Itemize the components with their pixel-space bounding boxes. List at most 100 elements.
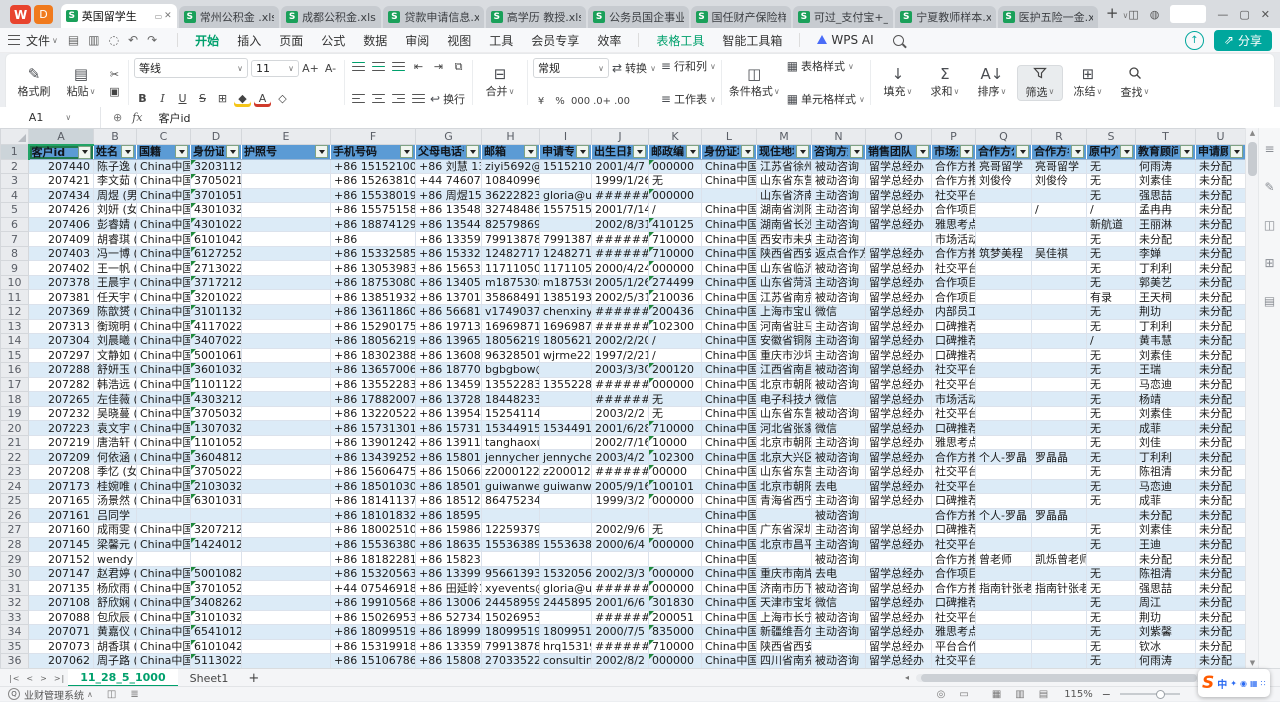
填充-button[interactable]: ↓填充∨ (876, 66, 920, 99)
normal-view-icon[interactable]: ▦ (992, 689, 1001, 700)
cell-H13[interactable]: 169698712 (482, 319, 540, 334)
cell-C27[interactable]: China中国 (137, 523, 191, 538)
cell-B20[interactable]: 袁文宇 (女 (94, 421, 137, 436)
cell-O13[interactable]: 留学总经办 (866, 319, 932, 334)
cell-E29[interactable] (242, 552, 331, 567)
cell-M19[interactable]: 山东省东营 (757, 406, 812, 421)
cell-O14[interactable]: 留学总经办 (866, 334, 932, 349)
cell-M33[interactable]: 上海市长宁 (757, 610, 812, 625)
cell-B26[interactable]: 吕同学 (94, 508, 137, 523)
button-行和列[interactable]: ≡行和列∨ (661, 58, 716, 74)
cell-Q18[interactable] (976, 392, 1032, 407)
cell-C16[interactable]: China中国 (137, 363, 191, 378)
cell-P23[interactable]: 社交平台/ (932, 465, 976, 480)
cell-T26[interactable]: 未分配 (1136, 508, 1196, 523)
cell-K22[interactable]: 102300 (649, 450, 702, 465)
row-header-26[interactable]: 26 (1, 508, 29, 523)
cell-P4[interactable]: 社交平台/ (932, 188, 976, 203)
cell-Q6[interactable] (976, 217, 1032, 232)
cell-L25[interactable]: China中国 (702, 494, 757, 509)
column-header-B[interactable]: B (94, 129, 137, 145)
cell-K7[interactable]: 710000 (649, 232, 702, 247)
cell-R6[interactable] (1032, 217, 1087, 232)
cell-A17[interactable]: 207282 (29, 377, 94, 392)
cell-U4[interactable]: 未分配 (1196, 188, 1246, 203)
cell-D21[interactable]: 110105200207165451 (191, 435, 242, 450)
cell-S35[interactable]: 无 (1087, 639, 1136, 654)
cell-F29[interactable]: +86 18182281 (331, 552, 416, 567)
cell-F9[interactable]: +86 13053983 (331, 261, 416, 276)
cell-L24[interactable]: China中国 (702, 479, 757, 494)
cell-N32[interactable]: 微信 (812, 595, 866, 610)
row-header-9[interactable]: 9 (1, 261, 29, 276)
cell-C33[interactable]: China中国 (137, 610, 191, 625)
cell-H35[interactable]: 799138782 (482, 639, 540, 654)
cell-P10[interactable]: 合作项目- (932, 275, 976, 290)
cloud-sync-icon[interactable]: ◌ (109, 33, 119, 47)
column-header-U[interactable]: U (1196, 129, 1246, 145)
cell-P29[interactable]: 合作方推荐 (932, 552, 976, 567)
cell-M31[interactable]: 济南市历下 (757, 581, 812, 596)
cell-F2[interactable]: +86 15152100 (331, 159, 416, 174)
cell-H5[interactable]: 327484864 (482, 203, 540, 218)
cell-D23[interactable]: 370502200012272047 (191, 465, 242, 480)
cell-D36[interactable]: 511302200208200025 (191, 654, 242, 668)
chevron-up-icon[interactable]: ∧ (87, 690, 93, 699)
lightning-icon[interactable]: ✦ (1230, 679, 1237, 688)
cell-B8[interactable]: 冯一博 (男 (94, 246, 137, 261)
elements-pane-icon[interactable]: ≡ (1264, 142, 1274, 156)
cell-P28[interactable]: 社交平台/ (932, 537, 976, 552)
cell-R11[interactable] (1032, 290, 1087, 305)
cell-M36[interactable]: 四川省南充 (757, 654, 812, 668)
sogou-logo-icon[interactable]: S (1202, 675, 1214, 692)
cell-J22[interactable]: 2003/4/2 (592, 450, 649, 465)
docs-home-icon[interactable]: D (34, 5, 53, 24)
cell-F18[interactable]: +86 17882007 (331, 392, 416, 407)
cell-J20[interactable]: 2001/6/28 (592, 421, 649, 436)
cell-P2[interactable]: 合作方推荐 (932, 159, 976, 174)
cell-D4[interactable]: 370105199411221118 (191, 188, 242, 203)
redo-icon[interactable]: ↷ (147, 33, 157, 47)
cell-G9[interactable]: +86 1565399710 (416, 261, 482, 276)
cell-A4[interactable]: 207434 (29, 188, 94, 203)
cell-F14[interactable]: +86 18056219 (331, 334, 416, 349)
cell-C10[interactable]: China中国 (137, 275, 191, 290)
cell-M14[interactable]: 安徽省铜陵 (757, 334, 812, 349)
outline-view-icon[interactable]: ≣ (130, 689, 138, 700)
frame-pane-icon[interactable]: ◫ (1264, 218, 1275, 232)
row-header-10[interactable]: 10 (1, 275, 29, 290)
cell-D6[interactable]: 430102200208315525 (191, 217, 242, 232)
cell-Q12[interactable] (976, 305, 1032, 320)
cell-F36[interactable]: +86 15106786 (331, 654, 416, 668)
cell-G28[interactable]: +86 1863505000 (416, 537, 482, 552)
cell-I31[interactable]: gloria@uk (540, 581, 592, 596)
cell-K24[interactable]: 100101 (649, 479, 702, 494)
column-header-D[interactable]: D (191, 129, 242, 145)
sheet-nav-icon[interactable]: < (26, 674, 34, 683)
sheet-nav-icon[interactable]: >| (54, 674, 65, 683)
filter-button[interactable] (400, 145, 413, 158)
cell-Q25[interactable] (976, 494, 1032, 509)
cell-T13[interactable]: 丁利利 (1136, 319, 1196, 334)
cell-O35[interactable]: 留学总经办 (866, 639, 932, 654)
cell-L13[interactable]: China中国 (702, 319, 757, 334)
menu-item-公式[interactable]: 公式 (321, 32, 345, 49)
求和-button[interactable]: Σ求和∨ (923, 66, 967, 99)
merge-cells-button[interactable]: ⊟ 合并∨ (478, 57, 522, 108)
cell-J24[interactable]: 2005/9/16 (592, 479, 649, 494)
cell-R17[interactable] (1032, 377, 1087, 392)
cell-T25[interactable]: 成菲 (1136, 494, 1196, 509)
cell-N34[interactable]: 主动咨询 (812, 625, 866, 640)
cell-Q27[interactable] (976, 523, 1032, 538)
cell-R29[interactable]: 凯烁曾老师 (1032, 552, 1087, 567)
minimize-icon[interactable]: — (1217, 8, 1228, 21)
cell-T16[interactable]: 王瑞 (1136, 363, 1196, 378)
edit-pane-icon[interactable]: ✎ (1264, 180, 1274, 194)
cell-L9[interactable]: China中国 (702, 261, 757, 276)
cell-Q32[interactable] (976, 595, 1032, 610)
cell-E6[interactable] (242, 217, 331, 232)
cell-Q2[interactable]: 亮哥留学 (976, 159, 1032, 174)
column-header-C[interactable]: C (137, 129, 191, 145)
cell-L8[interactable]: China中国 (702, 246, 757, 261)
row-header-22[interactable]: 22 (1, 450, 29, 465)
